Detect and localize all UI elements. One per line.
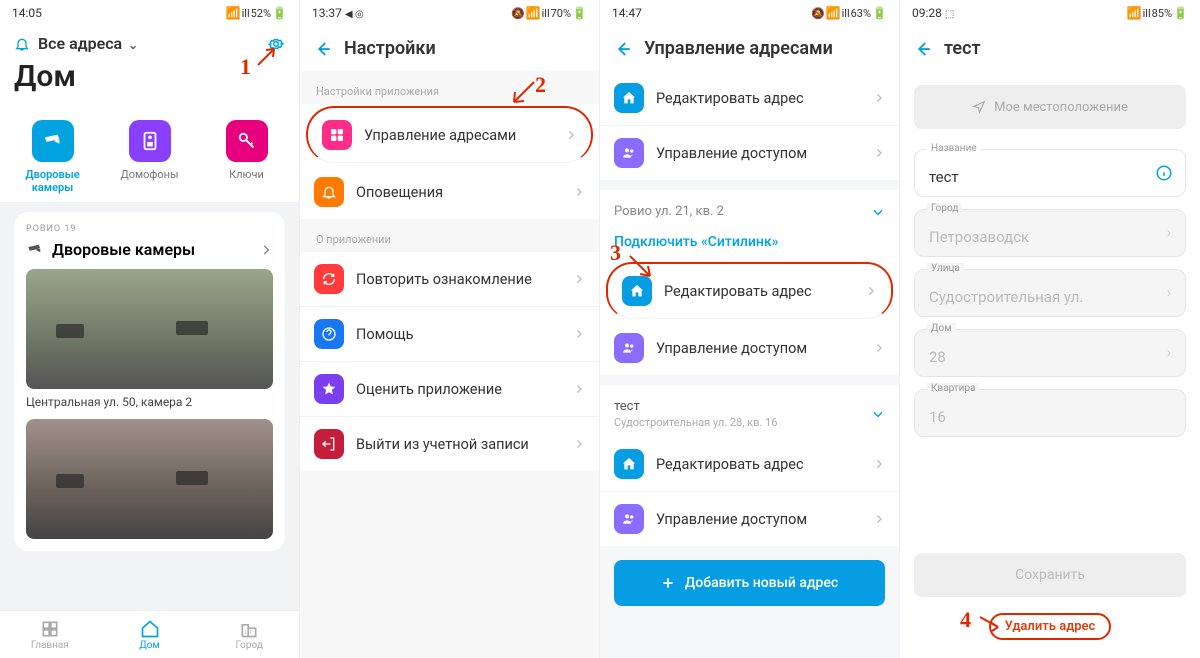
exit-icon — [321, 436, 337, 452]
info-icon[interactable] — [1155, 164, 1173, 182]
nav-arrow-icon — [972, 100, 986, 114]
item-notifications[interactable]: Оповещения — [300, 165, 599, 219]
house-field[interactable]: Дом 28 › — [914, 329, 1186, 377]
address-group-1[interactable]: Ровио ул. 21, кв. 2 — [600, 190, 899, 227]
camera-small-icon — [26, 241, 44, 259]
name-field[interactable]: Название тест — [914, 149, 1186, 197]
address-selector[interactable]: Все адреса ⌄ — [38, 34, 138, 53]
apartment-field[interactable]: Квартира 16 — [914, 389, 1186, 437]
item-help[interactable]: Помощь — [300, 307, 599, 362]
bottom-nav: Главная Дом Город — [0, 610, 299, 658]
screen-edit-address: 09:28 ⬚ 📶ill 85%🔋 тест Мое местоположени… — [900, 0, 1200, 658]
chevron-right-icon — [573, 383, 585, 395]
key-icon — [236, 130, 258, 152]
chevron-right-icon — [573, 438, 585, 450]
item-manage-access-1[interactable]: Управление доступом — [600, 321, 899, 375]
nav-main[interactable]: Главная — [0, 611, 100, 658]
chevron-down-icon — [871, 407, 885, 421]
camera-caption: Центральная ул. 50, камера 2 — [26, 395, 273, 409]
chevron-right-icon — [565, 129, 577, 141]
chevron-right-icon — [873, 147, 885, 159]
city-field[interactable]: Город Петрозаводск › — [914, 209, 1186, 257]
chevron-right-icon — [259, 243, 273, 257]
annotation-1: 1 — [240, 54, 251, 80]
house-icon — [629, 283, 645, 299]
question-icon — [321, 326, 337, 342]
status-bar: 14:05 📶ill 52%🔋 — [0, 0, 299, 26]
refresh-icon — [321, 271, 337, 287]
camera-thumbnail-1[interactable] — [26, 269, 273, 389]
house-icon — [621, 456, 637, 472]
status-bar: 09:28 ⬚ 📶ill 85%🔋 — [900, 0, 1200, 26]
save-button[interactable]: Сохранить — [914, 553, 1186, 597]
chevron-right-icon — [865, 285, 877, 297]
connect-citylink-link[interactable]: Подключить «Ситилинк» — [600, 227, 899, 260]
screen-settings: 13:37 ◀ ◎ 🔕📶ill 70%🔋 Настройки Настройки… — [300, 0, 600, 658]
cameras-header[interactable]: Дворовые камеры — [26, 240, 273, 259]
item-edit-address-2[interactable]: Редактировать адрес — [600, 437, 899, 492]
notifications-icon[interactable] — [14, 36, 30, 52]
item-repeat-onboarding[interactable]: Повторить ознакомление — [300, 252, 599, 307]
star-icon — [321, 381, 337, 397]
section-app-label: Настройки приложения — [300, 71, 599, 104]
category-keys[interactable]: Ключи — [208, 120, 285, 194]
house-icon — [621, 90, 637, 106]
add-address-button[interactable]: Добавить новый адрес — [614, 560, 885, 606]
item-rate-app[interactable]: Оценить приложение — [300, 362, 599, 417]
chevron-right-icon — [573, 186, 585, 198]
item-manage-addresses[interactable]: Управление адресами — [306, 106, 593, 163]
users-icon — [621, 340, 637, 356]
house-grid-icon — [329, 127, 345, 143]
back-button[interactable] — [614, 40, 632, 58]
status-bar: 14:47 🔕📶ill 63%🔋 — [600, 0, 899, 26]
item-manage-access-top[interactable]: Управление доступом — [600, 126, 899, 180]
back-button[interactable] — [914, 40, 932, 58]
category-yard-cameras[interactable]: Дворовые камеры — [14, 120, 91, 194]
section-about-label: О приложении — [300, 219, 599, 252]
item-edit-address-1[interactable]: Редактировать адрес — [606, 262, 893, 319]
annotation-4: 4 — [960, 607, 971, 633]
bell-icon — [321, 184, 337, 200]
intercom-icon — [139, 130, 161, 152]
chevron-right-icon — [873, 342, 885, 354]
users-icon — [621, 511, 637, 527]
camera-thumbnail-2[interactable] — [26, 419, 273, 539]
item-logout[interactable]: Выйти из учетной записи — [300, 417, 599, 471]
chevron-right-icon — [873, 92, 885, 104]
my-location-button[interactable]: Мое местоположение — [914, 85, 1186, 129]
chevron-right-icon — [873, 513, 885, 525]
back-button[interactable] — [314, 40, 332, 58]
status-bar: 13:37 ◀ ◎ 🔕📶ill 70%🔋 — [300, 0, 599, 26]
annotation-2: 2 — [535, 72, 546, 98]
page-title: Управление адресами — [644, 38, 833, 59]
screen-manage-addresses: 14:47 🔕📶ill 63%🔋 Управление адресами Ред… — [600, 0, 900, 658]
settings-icon[interactable] — [267, 35, 285, 53]
street-label: РОВИО 19 — [26, 224, 273, 234]
annotation-3: 3 — [610, 240, 621, 266]
nav-home[interactable]: Дом — [100, 611, 200, 658]
users-icon — [621, 145, 637, 161]
category-intercoms[interactable]: Домофоны — [111, 120, 188, 194]
chevron-right-icon — [573, 273, 585, 285]
screen-home: 14:05 📶ill 52%🔋 Все адреса ⌄ Дом Дворовы… — [0, 0, 300, 658]
nav-city[interactable]: Город — [199, 611, 299, 658]
item-edit-address-top[interactable]: Редактировать адрес — [600, 71, 899, 126]
page-title: Настройки — [344, 38, 436, 59]
cameras-card: РОВИО 19 Дворовые камеры Центральная ул.… — [14, 212, 285, 551]
chevron-right-icon — [573, 328, 585, 340]
delete-address-link[interactable]: Удалить адрес — [989, 613, 1112, 640]
address-group-2[interactable]: тест Судостроительная ул. 28, кв. 16 — [600, 385, 899, 437]
status-time: 14:05 — [12, 6, 42, 20]
chevron-down-icon — [871, 205, 885, 219]
street-field[interactable]: Улица Судостроительная ул. › — [914, 269, 1186, 317]
chevron-right-icon — [873, 458, 885, 470]
plus-icon — [661, 576, 675, 590]
page-title: тест — [944, 38, 981, 59]
item-manage-access-2[interactable]: Управление доступом — [600, 492, 899, 546]
camera-icon — [42, 130, 64, 152]
